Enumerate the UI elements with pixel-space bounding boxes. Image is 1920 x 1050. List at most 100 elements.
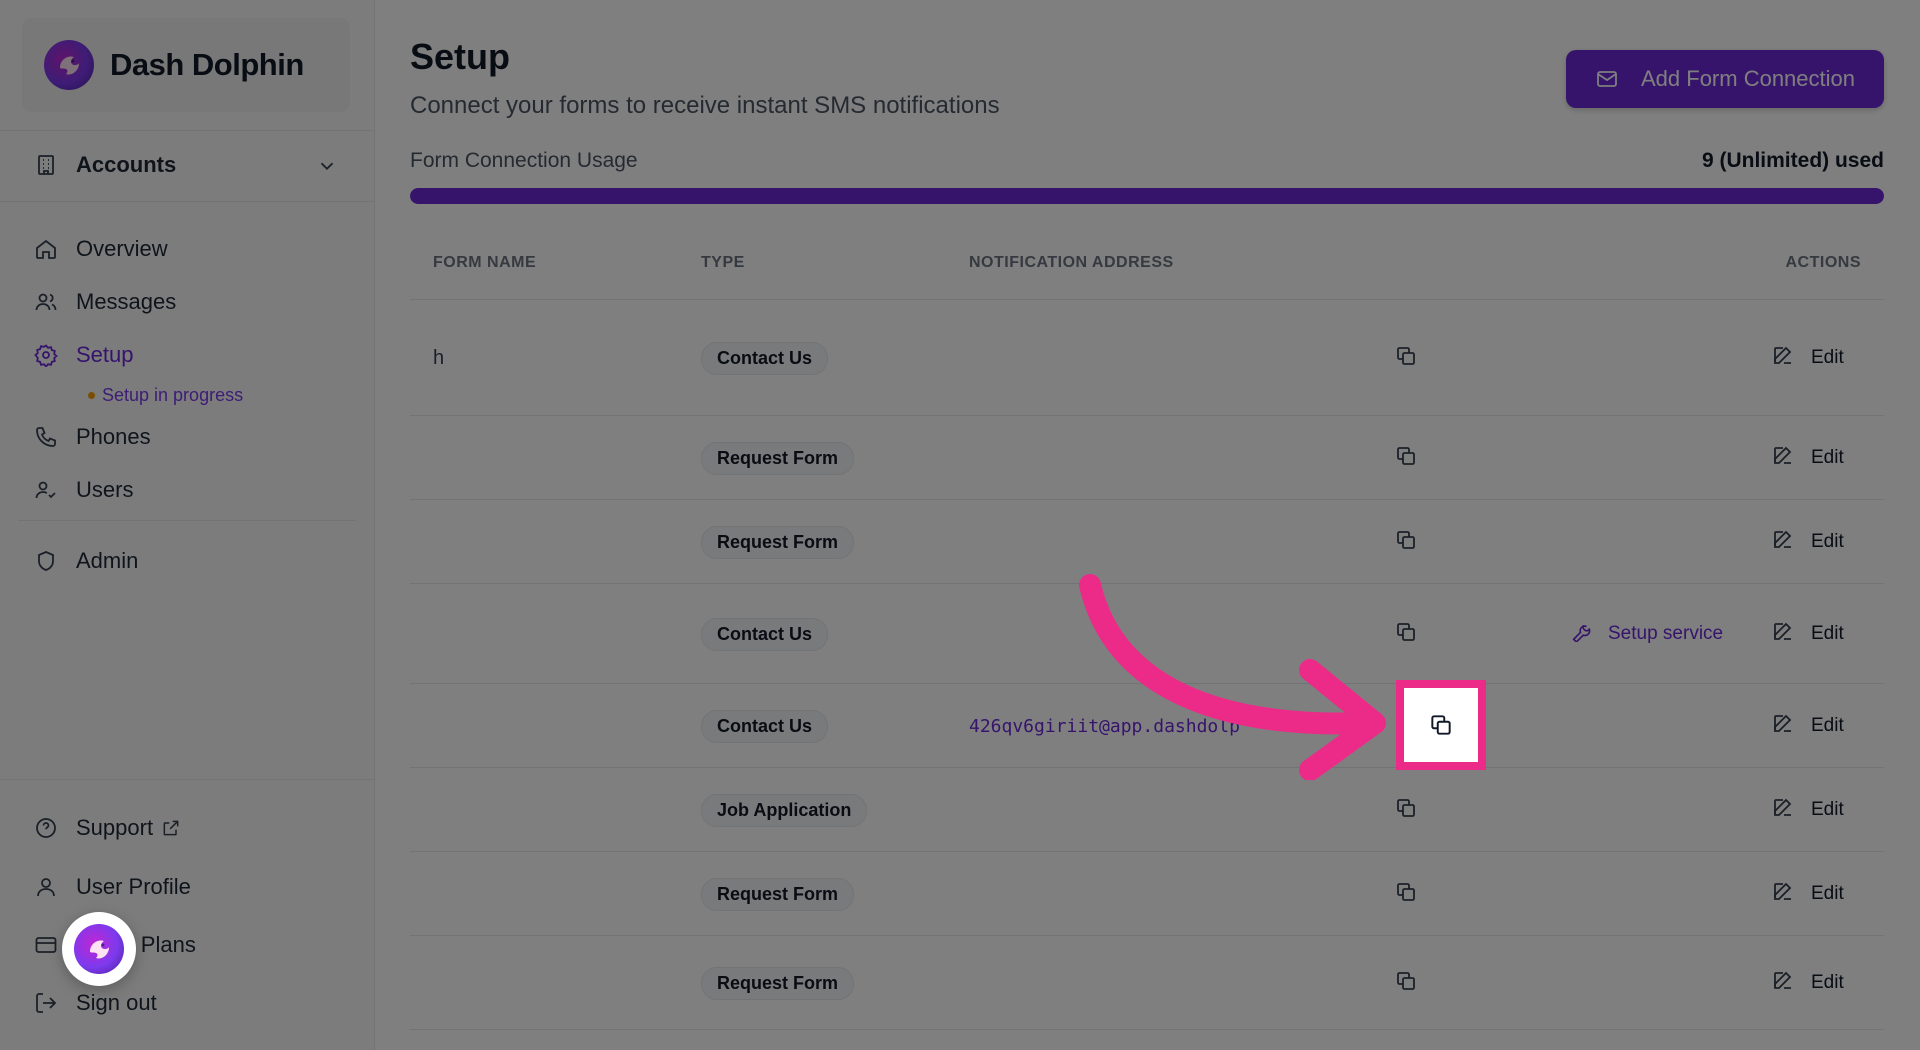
edit-icon bbox=[1771, 619, 1811, 649]
edit-icon bbox=[1771, 795, 1811, 825]
sidebar-item-admin[interactable]: Admin bbox=[34, 548, 138, 574]
type-badge: Request Form bbox=[701, 966, 855, 1000]
edit-button[interactable]: Edit bbox=[1771, 768, 1844, 852]
copy-address-button[interactable] bbox=[1394, 768, 1418, 852]
copy-icon bbox=[1394, 528, 1418, 557]
copy-icon bbox=[1394, 620, 1418, 649]
edit-button[interactable]: Edit bbox=[1771, 684, 1844, 768]
type-badge: Request Form bbox=[701, 877, 855, 911]
form-connections-table: FORM NAME TYPE NOTIFICATION ADDRESS ACTI… bbox=[410, 228, 1884, 1030]
sidebar-item-overview[interactable]: Overview bbox=[34, 236, 168, 262]
logo-icon bbox=[44, 40, 94, 90]
sidebar: Dash Dolphin Accounts Overview Messages … bbox=[0, 0, 375, 1050]
sidebar-item-label: Setup bbox=[76, 342, 134, 367]
copy-icon bbox=[1394, 344, 1418, 373]
edit-label: Edit bbox=[1811, 883, 1844, 904]
chevron-down-icon[interactable] bbox=[316, 155, 338, 177]
help-circle-icon bbox=[34, 816, 58, 840]
type-badge: Contact Us bbox=[701, 617, 829, 651]
column-header-actions: ACTIONS bbox=[1785, 254, 1861, 271]
sidebar-item-messages[interactable]: Messages bbox=[34, 289, 176, 315]
edit-label: Edit bbox=[1811, 347, 1844, 368]
copy-address-button[interactable] bbox=[1394, 300, 1418, 416]
sidebar-item-label: Users bbox=[76, 477, 134, 502]
copy-icon bbox=[1431, 715, 1451, 735]
edit-icon bbox=[1771, 879, 1811, 909]
copy-address-button[interactable] bbox=[1394, 416, 1418, 500]
table-row: Request Form Edit bbox=[410, 500, 1884, 584]
type-badge: Contact Us bbox=[701, 341, 829, 375]
usage-progress-fill bbox=[410, 188, 1884, 204]
add-form-connection-button[interactable]: Add Form Connection bbox=[1566, 50, 1884, 108]
highlighted-copy-button[interactable] bbox=[1396, 680, 1486, 770]
main-content: Setup Connect your forms to receive inst… bbox=[375, 0, 1920, 1050]
usage-label: Form Connection Usage bbox=[410, 149, 638, 172]
edit-icon bbox=[1771, 527, 1811, 557]
edit-label: Edit bbox=[1811, 447, 1844, 468]
divider bbox=[0, 130, 375, 131]
divider bbox=[0, 779, 375, 780]
sidebar-item-label: Messages bbox=[76, 289, 177, 314]
sidebar-item-label: Sign out bbox=[76, 990, 157, 1015]
copy-icon bbox=[1394, 969, 1418, 998]
accounts-selector[interactable]: Accounts bbox=[34, 152, 176, 178]
avatar[interactable] bbox=[62, 912, 136, 986]
table-body: h Contact Us Edit Request Form Edit Request F… bbox=[410, 300, 1884, 1030]
sidebar-item-label: Support bbox=[76, 815, 154, 840]
type-badge: Contact Us bbox=[701, 709, 829, 743]
table-row: h Contact Us Edit bbox=[410, 300, 1884, 416]
copy-address-button[interactable] bbox=[1394, 500, 1418, 584]
edit-button[interactable]: Edit bbox=[1771, 936, 1844, 1030]
edit-label: Edit bbox=[1811, 623, 1844, 644]
edit-button[interactable]: Edit bbox=[1771, 416, 1844, 500]
edit-button[interactable]: Edit bbox=[1771, 300, 1844, 416]
copy-icon bbox=[1394, 444, 1418, 473]
credit-card-icon bbox=[34, 933, 58, 957]
type-badge: Request Form bbox=[701, 441, 855, 475]
user-icon bbox=[34, 875, 58, 899]
edit-button[interactable]: Edit bbox=[1771, 500, 1844, 584]
edit-label: Edit bbox=[1811, 799, 1844, 820]
sidebar-item-label: User Profile bbox=[76, 874, 191, 899]
setup-service-link[interactable]: Setup service bbox=[1570, 584, 1723, 684]
gear-icon bbox=[34, 343, 58, 367]
column-header-type: TYPE bbox=[701, 254, 745, 271]
sidebar-item-phones[interactable]: Phones bbox=[34, 424, 151, 450]
sidebar-item-sign-out[interactable]: Sign out bbox=[34, 990, 157, 1016]
brand[interactable]: Dash Dolphin bbox=[22, 18, 350, 112]
status-dot bbox=[88, 392, 95, 399]
table-header: FORM NAME TYPE NOTIFICATION ADDRESS ACTI… bbox=[410, 228, 1884, 300]
external-link-icon bbox=[161, 818, 181, 838]
sidebar-item-users[interactable]: Users bbox=[34, 477, 133, 503]
users-icon bbox=[34, 290, 58, 314]
table-row: Request Form Edit bbox=[410, 852, 1884, 936]
usage-value: 9 (Unlimited) used bbox=[1701, 149, 1884, 172]
type-badge: Request Form bbox=[701, 525, 855, 559]
edit-icon bbox=[1771, 343, 1811, 373]
divider bbox=[18, 520, 356, 521]
table-row: Contact Us 426qv6giriit@app.dashdolp Edit bbox=[410, 684, 1884, 768]
type-badge: Job Application bbox=[701, 793, 868, 827]
mail-icon bbox=[1597, 71, 1617, 87]
sidebar-item-support[interactable]: Support bbox=[34, 815, 181, 841]
edit-icon bbox=[1771, 711, 1811, 741]
edit-icon bbox=[1771, 968, 1811, 998]
copy-address-button[interactable] bbox=[1394, 852, 1418, 936]
setup-status-label: Setup in progress bbox=[102, 385, 244, 405]
app: Dash Dolphin Accounts Overview Messages … bbox=[0, 0, 1920, 1050]
edit-button[interactable]: Edit bbox=[1771, 852, 1844, 936]
sidebar-item-label: Phones bbox=[76, 424, 151, 449]
edit-label: Edit bbox=[1811, 531, 1844, 552]
brand-name: Dash Dolphin bbox=[110, 47, 304, 82]
sign-out-icon bbox=[34, 991, 58, 1015]
sidebar-item-user-profile[interactable]: User Profile bbox=[34, 874, 191, 900]
phone-icon bbox=[34, 425, 58, 449]
table-row: Contact Us Setup service Edit bbox=[410, 584, 1884, 684]
setup-service-label: Setup service bbox=[1608, 623, 1724, 644]
copy-address-button[interactable] bbox=[1394, 936, 1418, 1030]
copy-address-button[interactable] bbox=[1394, 584, 1418, 684]
logo-icon bbox=[74, 924, 124, 974]
edit-label: Edit bbox=[1811, 972, 1844, 993]
edit-button[interactable]: Edit bbox=[1771, 584, 1844, 684]
sidebar-item-setup[interactable]: Setup bbox=[34, 342, 134, 368]
